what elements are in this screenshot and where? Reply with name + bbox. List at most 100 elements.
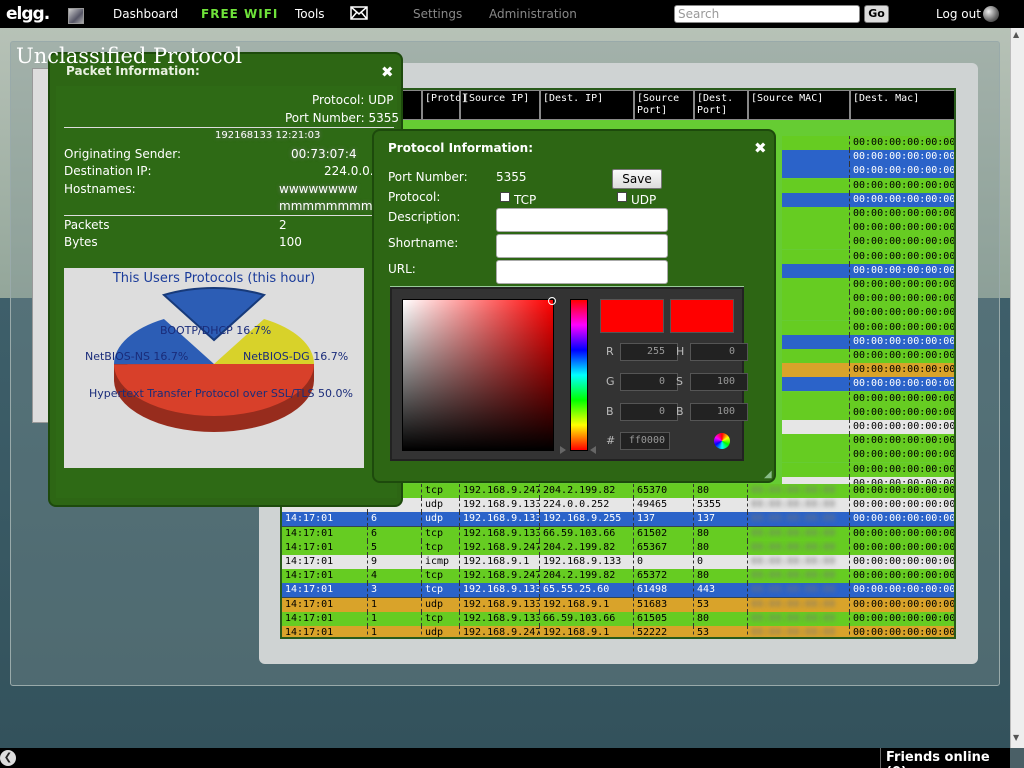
cell-dest-mac: 00:00:00:00:00:00 xyxy=(850,334,954,349)
cell-source-mac-blurred xyxy=(782,320,850,335)
udp-checkbox[interactable] xyxy=(617,192,627,202)
tcp-checkbox[interactable] xyxy=(500,192,510,202)
packet-close-icon[interactable]: ✖ xyxy=(381,63,394,81)
shortname-input[interactable] xyxy=(496,234,668,258)
cell-dport: 80 xyxy=(694,526,748,541)
user-avatar[interactable] xyxy=(68,8,84,24)
elgg-logo[interactable]: elgg. xyxy=(6,4,50,24)
protocol-close-icon[interactable]: ✖ xyxy=(754,139,767,157)
url-label: URL: xyxy=(388,262,416,276)
cell-source-mac-blurred xyxy=(782,221,850,236)
search-input[interactable]: Search xyxy=(674,5,860,23)
cell-dest-mac: 00:00:00:00:00:00 xyxy=(850,150,954,165)
cell-source-mac-blurred xyxy=(782,278,850,292)
cell-dest-mac: 00:00:00:00:00:00 xyxy=(850,249,954,264)
cell-src: 192.168.9.247 xyxy=(460,540,540,555)
hex-field[interactable]: ff0000 xyxy=(620,432,670,450)
h-label: H xyxy=(676,345,685,358)
cell-time: 14:17:01 xyxy=(282,611,368,626)
scroll-down-icon[interactable]: ▼ xyxy=(1013,733,1019,742)
cell-dport: 53 xyxy=(694,597,748,612)
friends-online[interactable]: Friends online (0) xyxy=(886,750,1010,768)
hostnames-blurred-2: mmmmmmmmm xyxy=(279,199,385,213)
cell-source-mac-blurred: 00:00:00:00:00 xyxy=(748,611,850,626)
go-button[interactable]: Go xyxy=(864,5,889,23)
g-field[interactable]: 0 xyxy=(620,373,678,391)
cell-n: 4 xyxy=(368,569,422,584)
cell-src: 192.168.9.133 xyxy=(460,597,540,612)
cell-n: 1 xyxy=(368,611,422,626)
pie-label-netbios-dg: NetBIOS-DG 16.7% xyxy=(243,350,349,363)
cell-sport: 61498 xyxy=(634,583,694,598)
cell-source-mac-blurred: 00:00:00:00:00 xyxy=(748,569,850,584)
cell-proto: tcp xyxy=(422,526,460,541)
port-number-label: Port Number: xyxy=(388,170,468,184)
page-scrollbar[interactable]: ▲ ▼ xyxy=(1010,28,1024,748)
table-row[interactable]: 14:17:01 4 tcp 192.168.9.247 204.2.199.82 653… xyxy=(282,569,954,584)
hue-slider[interactable] xyxy=(570,299,588,451)
top-bar: elgg. Dashboard FREE WIFI Tools Settings… xyxy=(0,0,1024,28)
save-button[interactable]: Save xyxy=(612,169,662,189)
cell-n: 5 xyxy=(368,540,422,555)
protocol-info-dialog: Protocol Information: ✖ Port Number: 535… xyxy=(372,129,776,483)
table-row[interactable]: 14:17:01 1 udp 192.168.9.247 192.168.9.1 5222… xyxy=(282,626,954,637)
col-header-source-ip: [Source IP] xyxy=(460,90,540,120)
cell-sport: 61502 xyxy=(634,526,694,541)
cell-source-mac-blurred: 00:00:00:00:00 xyxy=(748,555,850,569)
r-field[interactable]: 255 xyxy=(620,343,678,361)
nav-tools[interactable]: Tools xyxy=(295,7,325,21)
h-field[interactable]: 0 xyxy=(690,343,748,361)
color-selector-handle[interactable] xyxy=(548,297,556,305)
cell-src: 192.168.9.247 xyxy=(460,484,540,498)
friends-bar: Friends online (0) xyxy=(0,748,1010,768)
table-row[interactable]: 14:17:01 5 tcp 192.168.9.247 204.2.199.82 653… xyxy=(282,540,954,555)
table-row[interactable]: 14:17:01 1 udp 192.168.9.133 192.168.9.1 5168… xyxy=(282,597,954,612)
cell-sport: 0 xyxy=(634,555,694,569)
cell-src: 192.168.9.133 xyxy=(460,526,540,541)
nav-dashboard[interactable]: Dashboard xyxy=(113,7,178,21)
cell-time: 14:17:01 xyxy=(282,569,368,584)
cell-source-mac-blurred xyxy=(782,391,850,406)
collapse-arrow-icon[interactable]: ❮ xyxy=(0,750,16,766)
nav-settings[interactable]: Settings xyxy=(413,7,462,21)
b-field[interactable]: 0 xyxy=(620,403,678,421)
saturation-brightness-field[interactable] xyxy=(402,299,554,451)
hex-hash-label: # xyxy=(606,434,616,447)
table-row[interactable]: 14:17:01 6 udp 192.168.9.133 192.168.9.255 13… xyxy=(282,512,954,527)
cell-dest-mac: 00:00:00:00:00:00 xyxy=(850,555,954,569)
logout-icon[interactable] xyxy=(983,6,999,22)
table-row[interactable]: 14:17:01 1 tcp 192.168.9.133 66.59.103.66 615… xyxy=(282,611,954,626)
cell-dest-mac: 00:00:00:00:00:00 xyxy=(850,178,954,193)
nav-free-wifi[interactable]: FREE WIFI xyxy=(201,7,278,21)
resize-grip-icon[interactable]: ◢ xyxy=(764,469,772,480)
nav-administration[interactable]: Administration xyxy=(489,7,577,21)
col-header-dest-ip: [Dest. IP] xyxy=(540,90,634,120)
cell-dport: 0 xyxy=(694,555,748,569)
scroll-up-icon[interactable]: ▲ xyxy=(1013,30,1019,39)
v-field[interactable]: 100 xyxy=(690,403,748,421)
s-field[interactable]: 100 xyxy=(690,373,748,391)
table-row[interactable]: 14:17:01 6 tcp 192.168.9.133 66.59.103.66 615… xyxy=(282,526,954,541)
cell-dport: 80 xyxy=(694,484,748,498)
s-label: S xyxy=(676,375,683,388)
cell-dest-mac: 00:00:00:00:00:00 xyxy=(850,569,954,583)
description-label: Description: xyxy=(388,210,461,224)
description-input[interactable] xyxy=(496,208,668,232)
cell-proto: udp xyxy=(422,498,460,513)
table-row[interactable]: 14:17:01 3 tcp 192.168.9.133 65.55.25.60 6149… xyxy=(282,583,954,598)
cell-dest-mac: 00:00:00:00:00:00 xyxy=(850,377,954,392)
cell-dport: 80 xyxy=(694,569,748,584)
bytes-value: 100 xyxy=(279,235,302,249)
mail-icon[interactable] xyxy=(350,6,368,23)
cell-source-mac-blurred xyxy=(782,363,850,378)
url-input[interactable] xyxy=(496,260,668,284)
cell-sport: 52222 xyxy=(634,626,694,637)
cell-sport: 51683 xyxy=(634,597,694,612)
color-wheel-icon[interactable] xyxy=(714,433,730,449)
logout-link[interactable]: Log out xyxy=(936,7,981,21)
hue-marker-left xyxy=(560,446,566,454)
cell-dst: 192.168.9.255 xyxy=(540,512,634,527)
table-row[interactable]: 14:17:01 9 icmp 192.168.9.1 192.168.9.133 0 0 0… xyxy=(282,555,954,569)
port-number-value: 5355 xyxy=(496,170,527,184)
cell-dest-mac: 00:00:00:00:00:00 xyxy=(850,420,954,434)
